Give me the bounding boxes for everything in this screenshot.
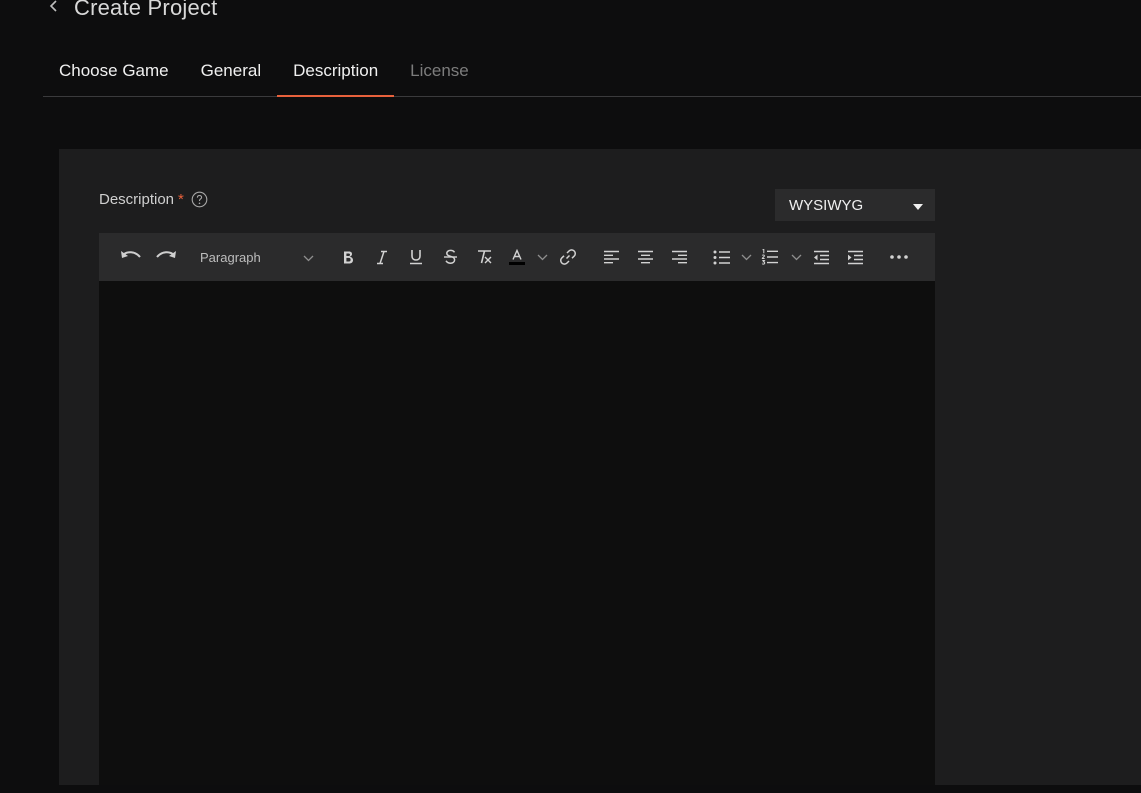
editor-mode-value: WYSIWYG [789, 196, 864, 214]
align-right-icon[interactable] [667, 233, 691, 281]
numbered-list-dropdown-icon[interactable] [788, 233, 804, 281]
align-center-icon[interactable] [633, 233, 657, 281]
text-color-dropdown-icon[interactable] [534, 233, 550, 281]
step-tabs: Choose Game General Description License [43, 46, 1141, 97]
text-color-icon[interactable] [505, 233, 529, 281]
bullet-list-icon[interactable] [710, 233, 734, 281]
tab-choose-game[interactable]: Choose Game [43, 46, 185, 96]
required-marker: * [178, 191, 184, 208]
page-title: Create Project [74, 0, 218, 20]
italic-icon[interactable] [370, 233, 394, 281]
description-label-text: Description [99, 191, 175, 208]
tab-license: License [410, 61, 469, 80]
redo-icon[interactable] [152, 233, 180, 281]
description-editor[interactable] [99, 281, 935, 785]
bullet-list-dropdown-icon[interactable] [738, 233, 754, 281]
clear-formatting-icon[interactable] [472, 233, 496, 281]
strikethrough-icon[interactable] [438, 233, 462, 281]
block-format-select[interactable]: Paragraph [190, 233, 322, 281]
page-header: Create Project [44, 0, 217, 28]
underline-icon[interactable] [404, 233, 428, 281]
tab-description[interactable]: Description [277, 46, 395, 97]
undo-icon[interactable] [117, 233, 145, 281]
link-icon[interactable] [556, 233, 580, 281]
indent-icon[interactable] [843, 233, 867, 281]
editor-mode-select[interactable]: WYSIWYG [775, 189, 935, 221]
question-circle-icon[interactable] [191, 191, 208, 208]
description-label: Description * [99, 191, 208, 208]
block-format-value: Paragraph [200, 249, 261, 265]
back-button[interactable] [44, 0, 64, 22]
tab-general[interactable]: General [185, 46, 277, 96]
chevron-down-icon [303, 250, 314, 265]
chevron-left-icon [49, 0, 59, 18]
outdent-icon[interactable] [809, 233, 833, 281]
align-left-icon[interactable] [599, 233, 623, 281]
caret-down-icon [913, 197, 923, 214]
description-card: Description * WYSIWYG Paragraph [59, 149, 1141, 785]
numbered-list-icon[interactable] [758, 233, 782, 281]
more-icon[interactable] [886, 233, 912, 281]
editor-toolbar: Paragraph [99, 233, 935, 281]
bold-icon[interactable] [336, 233, 360, 281]
